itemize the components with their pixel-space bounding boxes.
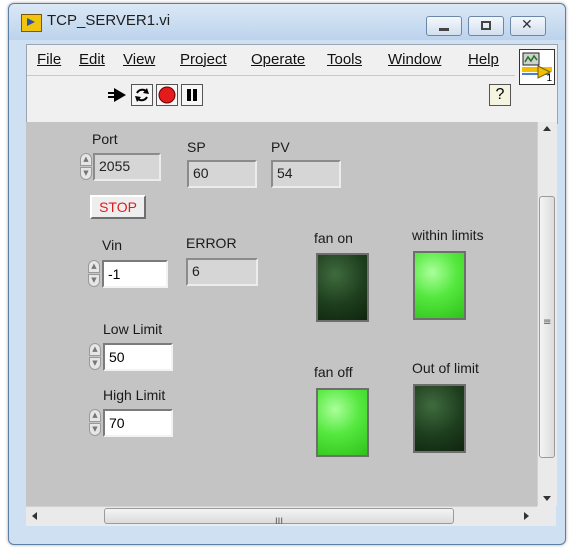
minimize-button[interactable] [426, 16, 462, 36]
low-limit-label: Low Limit [103, 321, 163, 337]
scroll-right-arrow-icon[interactable] [524, 512, 529, 520]
pv-label: PV [271, 139, 290, 155]
menu-view[interactable]: View [123, 51, 155, 68]
run-arrow-icon[interactable] [106, 84, 128, 106]
fan-on-led[interactable] [316, 253, 369, 322]
port-field[interactable]: 2055 [93, 153, 161, 181]
front-panel: Port ▲ ▼ 2055 SP 60 PV 54 Vin ▲ ▼ -1 ERROR… [26, 122, 537, 506]
horizontal-scroll-grip: III [275, 517, 283, 527]
menu-project[interactable]: Project [180, 51, 227, 68]
vi-icon-number: 1 [546, 73, 552, 84]
labview-app-icon [21, 14, 42, 32]
pv-indicator: 54 [271, 160, 341, 188]
high-limit-input[interactable]: 70 [103, 409, 173, 437]
stop-button[interactable]: STOP [90, 195, 146, 219]
within-limits-led[interactable] [413, 251, 466, 320]
run-continuously-icon[interactable] [131, 84, 153, 106]
sp-indicator: 60 [187, 160, 257, 188]
vertical-scroll-thumb[interactable]: ≡ [539, 196, 555, 458]
high-limit-spinner[interactable]: ▲ ▼ [89, 409, 101, 437]
error-indicator: 6 [186, 258, 258, 286]
within-limits-label: within limits [412, 227, 484, 243]
port-spinner[interactable]: ▲ ▼ [80, 153, 92, 181]
out-of-limit-led[interactable] [413, 384, 466, 453]
title-bar[interactable]: TCP_SERVER1.vi ✕ [9, 4, 565, 40]
horizontal-scrollbar[interactable]: III [26, 506, 537, 527]
menubar: File Edit View Project Operate Tools Win… [27, 45, 515, 73]
low-limit-input[interactable]: 50 [103, 343, 173, 371]
maximize-button[interactable] [468, 16, 504, 36]
menu-toolbar-area: File Edit View Project Operate Tools Win… [26, 44, 558, 124]
scroll-down-arrow-icon[interactable] [543, 496, 551, 501]
fan-off-led[interactable] [316, 388, 369, 457]
sp-label: SP [187, 139, 206, 155]
scroll-up-arrow-icon[interactable] [543, 126, 551, 131]
vi-window: TCP_SERVER1.vi ✕ File Edit View Project … [8, 3, 566, 545]
menu-help[interactable]: Help [468, 51, 499, 68]
horizontal-scroll-thumb[interactable]: III [104, 508, 454, 527]
vertical-scroll-grip: ≡ [543, 317, 552, 328]
port-label: Port [92, 131, 118, 147]
close-button[interactable]: ✕ [510, 16, 546, 36]
menu-window[interactable]: Window [388, 51, 441, 68]
pause-icon[interactable] [181, 84, 203, 106]
abort-icon[interactable] [156, 84, 178, 106]
menu-edit[interactable]: Edit [79, 51, 105, 68]
out-of-limit-label: Out of limit [412, 360, 479, 376]
menu-tools[interactable]: Tools [327, 51, 362, 68]
menu-operate[interactable]: Operate [251, 51, 305, 68]
vin-label: Vin [102, 237, 122, 253]
fan-on-label: fan on [314, 230, 353, 246]
fan-off-label: fan off [314, 364, 353, 380]
vertical-scrollbar[interactable]: ≡ [537, 122, 557, 506]
context-help-button[interactable]: ? [489, 84, 511, 106]
menu-file[interactable]: File [37, 51, 61, 68]
window-title: TCP_SERVER1.vi [47, 12, 171, 29]
toolbar: ? [27, 75, 515, 116]
vi-icon[interactable]: 1 [519, 49, 555, 85]
vin-spinner[interactable]: ▲ ▼ [88, 260, 100, 288]
error-label: ERROR [186, 235, 237, 251]
low-limit-spinner[interactable]: ▲ ▼ [89, 343, 101, 371]
scroll-left-arrow-icon[interactable] [32, 512, 37, 520]
vin-input[interactable]: -1 [102, 260, 168, 288]
high-limit-label: High Limit [103, 387, 166, 403]
resize-grip-icon[interactable] [537, 506, 556, 526]
